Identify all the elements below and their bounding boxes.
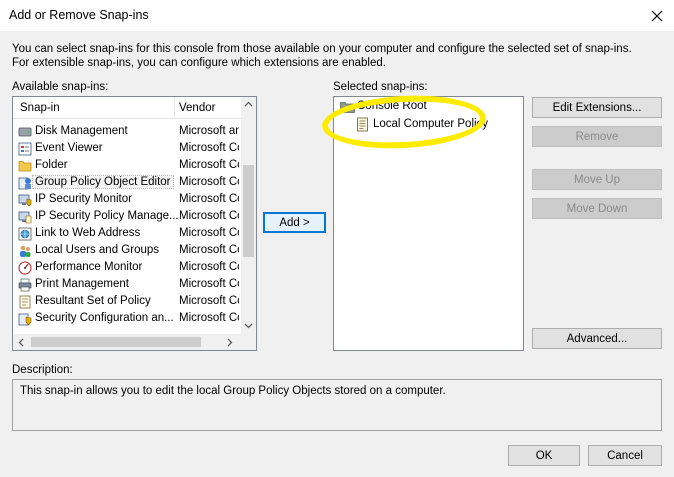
snapin-vendor: Microsoft Co xyxy=(179,210,239,222)
ip-security-policy-icon xyxy=(18,210,32,224)
snapin-name: Performance Monitor xyxy=(35,261,143,273)
snapin-name: Link to Web Address xyxy=(35,227,141,239)
snapin-vendor: Microsoft Co xyxy=(179,261,239,273)
vertical-scrollbar[interactable] xyxy=(241,97,256,334)
snapin-vendor: Microsoft Co xyxy=(179,142,239,154)
intro-text: You can select snap-ins for this console… xyxy=(12,43,632,69)
snapin-vendor: Microsoft Co xyxy=(179,193,239,205)
snapin-vendor: Microsoft Co xyxy=(179,312,239,324)
snapin-vendor: Microsoft Co xyxy=(179,176,239,188)
rsop-icon xyxy=(18,295,32,309)
snapin-vendor: Microsoft Co xyxy=(179,295,239,307)
printer-icon xyxy=(18,278,32,292)
list-item[interactable]: Print Management Microsoft Co xyxy=(13,277,241,294)
list-item[interactable]: Link to Web Address Microsoft Co xyxy=(13,226,241,243)
move-up-button[interactable]: Move Up xyxy=(532,169,662,190)
list-item[interactable]: Resultant Set of Policy Microsoft Co xyxy=(13,294,241,311)
available-snapins-label: Available snap-ins: xyxy=(12,81,109,93)
snapin-vendor: Microsoft and xyxy=(179,125,239,137)
snapin-vendor: Microsoft Co xyxy=(179,227,239,239)
snapin-name: Resultant Set of Policy xyxy=(35,295,151,307)
move-down-button[interactable]: Move Down xyxy=(532,198,662,219)
advanced-button[interactable]: Advanced... xyxy=(532,328,662,349)
list-item[interactable]: IP Security Monitor Microsoft Co xyxy=(13,192,241,209)
description-text: This snap-in allows you to edit the loca… xyxy=(20,385,446,397)
list-item[interactable]: Event Viewer Microsoft Co xyxy=(13,141,241,158)
performance-icon xyxy=(18,261,32,275)
column-header-snapin[interactable]: Snap-in xyxy=(20,102,60,114)
close-button[interactable] xyxy=(640,0,674,31)
remove-button[interactable]: Remove xyxy=(532,126,662,147)
disk-icon xyxy=(18,125,32,139)
description-label: Description: xyxy=(12,364,73,376)
snapin-name: Disk Management xyxy=(35,125,128,137)
scroll-up-arrow-icon[interactable] xyxy=(244,100,253,109)
ok-button[interactable]: OK xyxy=(508,445,580,466)
list-column-header: Snap-in Vendor xyxy=(13,97,241,119)
title-bar: Add or Remove Snap-ins xyxy=(0,0,674,31)
ip-security-icon xyxy=(18,193,32,207)
scroll-down-arrow-icon[interactable] xyxy=(244,322,253,331)
scrollbar-corner xyxy=(241,334,256,350)
list-item[interactable]: Security Configuration an... Microsoft Co xyxy=(13,311,241,328)
list-item[interactable]: Folder Microsoft Co xyxy=(13,158,241,175)
window-title: Add or Remove Snap-ins xyxy=(9,8,149,22)
snapin-name: Folder xyxy=(35,159,68,171)
snapin-vendor: Microsoft Co xyxy=(179,278,239,290)
list-item[interactable]: IP Security Policy Manage... Microsoft Co xyxy=(13,209,241,226)
web-link-icon xyxy=(18,227,32,241)
snapin-vendor: Microsoft Co xyxy=(179,244,239,256)
users-icon xyxy=(18,244,32,258)
available-rows: Disk Management Microsoft and Event Viewer… xyxy=(13,124,241,328)
security-config-icon xyxy=(18,312,32,326)
list-item[interactable]: Performance Monitor Microsoft Co xyxy=(13,260,241,277)
selected-snapins-label: Selected snap-ins: xyxy=(333,81,428,93)
edit-extensions-button[interactable]: Edit Extensions... xyxy=(532,97,662,118)
description-box: This snap-in allows you to edit the loca… xyxy=(12,379,662,431)
folder-icon xyxy=(18,159,32,173)
available-snapins-list[interactable]: Snap-in Vendor Disk Management Microsoft … xyxy=(12,96,257,351)
snapin-name: IP Security Monitor xyxy=(35,193,132,205)
list-item[interactable]: Group Policy Object Editor Microsoft Co xyxy=(13,175,241,192)
snapin-name: Group Policy Object Editor xyxy=(32,175,174,189)
scroll-right-arrow-icon[interactable] xyxy=(227,338,233,349)
group-policy-icon xyxy=(18,176,32,190)
list-item[interactable]: Local Users and Groups Microsoft Co xyxy=(13,243,241,260)
horizontal-scrollbar[interactable] xyxy=(13,334,241,350)
close-icon xyxy=(651,10,663,21)
snapin-name: Event Viewer xyxy=(35,142,103,154)
snapin-name: Security Configuration an... xyxy=(35,312,174,324)
snapin-vendor: Microsoft Co xyxy=(179,159,239,171)
cancel-button[interactable]: Cancel xyxy=(588,445,662,466)
column-separator[interactable] xyxy=(174,97,175,118)
snapin-name: Print Management xyxy=(35,278,129,290)
vertical-scroll-thumb[interactable] xyxy=(243,165,254,257)
event-viewer-icon xyxy=(18,142,32,156)
snapin-name: IP Security Policy Manage... xyxy=(35,210,179,222)
add-button[interactable]: Add > xyxy=(263,212,326,233)
column-header-vendor[interactable]: Vendor xyxy=(179,102,215,114)
horizontal-scroll-thumb[interactable] xyxy=(31,337,201,347)
snapin-name: Local Users and Groups xyxy=(35,244,160,256)
scroll-left-arrow-icon[interactable] xyxy=(18,338,24,349)
list-item[interactable]: Disk Management Microsoft and xyxy=(13,124,241,141)
